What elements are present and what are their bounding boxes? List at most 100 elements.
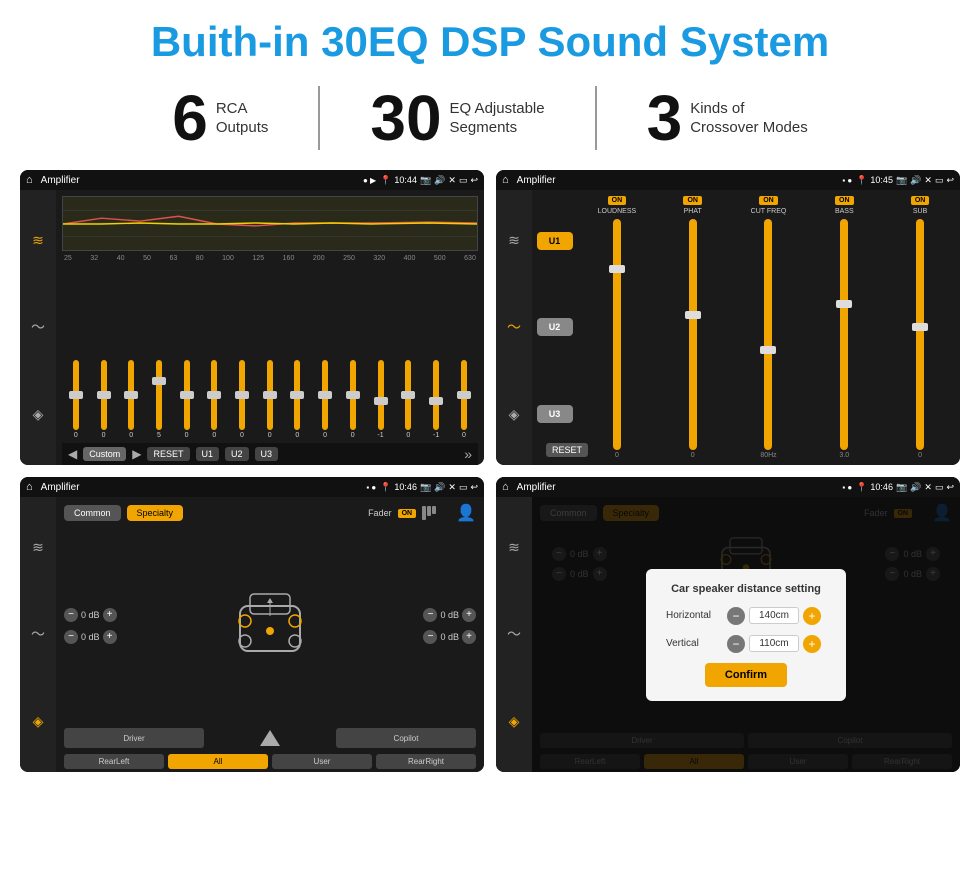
specialty-tab[interactable]: Specialty — [127, 505, 184, 521]
vertical-row: Vertical − 110cm + — [666, 635, 826, 653]
stat-rca-number: 6 — [172, 86, 208, 150]
horizontal-plus[interactable]: + — [803, 607, 821, 625]
plus-btn-2[interactable]: + — [103, 630, 117, 644]
phat-on[interactable]: ON — [683, 196, 702, 205]
wave-icon-2[interactable]: 〜 — [507, 317, 521, 337]
fader-on-toggle[interactable]: ON — [398, 509, 417, 518]
u3-select[interactable]: U3 — [537, 405, 573, 423]
screen1-content: ≋ 〜 ◈ — [20, 190, 484, 465]
minus-btn-4[interactable]: − — [423, 630, 437, 644]
camera-icon-4: 📷 — [896, 482, 907, 493]
stat-eq-text: EQ Adjustable Segments — [450, 99, 545, 138]
eq-slider-1[interactable]: 0 — [73, 360, 79, 439]
eq-slider-10[interactable]: 0 — [322, 360, 328, 439]
loudness-slider[interactable] — [613, 219, 621, 450]
location-icon-4: 📍 — [856, 482, 867, 493]
user-btn[interactable]: User — [272, 754, 372, 769]
sp-left-controls: − 0 dB + − 0 dB + — [64, 608, 144, 644]
expand-icon[interactable]: » — [464, 446, 472, 462]
bass-slider[interactable] — [840, 219, 848, 450]
custom-btn[interactable]: Custom — [83, 447, 126, 461]
screen1-status-icons: 📍 10:44 📷 🔊 ✕ ▭ ↩ — [380, 175, 478, 186]
wave-icon-3[interactable]: 〜 — [31, 624, 45, 644]
eq-icon-2[interactable]: ≋ — [508, 232, 520, 249]
speaker-icon-3[interactable]: ◈ — [33, 713, 44, 730]
loudness-col: ON LOUDNESS 0 — [581, 196, 653, 459]
sub-slider[interactable] — [916, 219, 924, 450]
eq-slider-15[interactable]: 0 — [461, 360, 467, 439]
cutfreq-on[interactable]: ON — [759, 196, 778, 205]
u2-btn-1[interactable]: U2 — [225, 447, 249, 461]
u1-select[interactable]: U1 — [537, 232, 573, 250]
eq-slider-13[interactable]: 0 — [405, 360, 411, 439]
db-control-4: − 0 dB + — [423, 630, 476, 644]
common-tab[interactable]: Common — [64, 505, 121, 521]
eq-slider-12[interactable]: -1 — [377, 360, 383, 439]
rearright-btn[interactable]: RearRight — [376, 754, 476, 769]
cross-main-area: U1 U2 U3 ON LOUDNESS 0 — [532, 190, 960, 465]
minus-btn-1[interactable]: − — [64, 608, 78, 622]
u3-btn-1[interactable]: U3 — [255, 447, 279, 461]
wave-icon-4[interactable]: 〜 — [507, 624, 521, 644]
confirm-button[interactable]: Confirm — [705, 663, 787, 687]
eq-icon-3[interactable]: ≋ — [32, 539, 44, 556]
eq-icon-4[interactable]: ≋ — [508, 539, 520, 556]
minus-btn-3[interactable]: − — [423, 608, 437, 622]
home-icon-4[interactable]: ⌂ — [502, 481, 509, 493]
eq-slider-2[interactable]: 0 — [101, 360, 107, 439]
loudness-on[interactable]: ON — [608, 196, 627, 205]
speaker-icon-1[interactable]: ◈ — [33, 406, 44, 423]
close-icon-4: ✕ — [924, 482, 932, 493]
eq-slider-9[interactable]: 0 — [294, 360, 300, 439]
screenshots-grid: ⌂ Amplifier ● ▶ 📍 10:44 📷 🔊 ✕ ▭ ↩ ≋ 〜 ◈ — [0, 162, 980, 782]
back-icon-1[interactable]: ↩ — [470, 175, 478, 186]
bass-on[interactable]: ON — [835, 196, 854, 205]
sp-side-panel: ≋ 〜 ◈ — [20, 497, 56, 772]
horizontal-minus[interactable]: − — [727, 607, 745, 625]
plus-btn-3[interactable]: + — [462, 608, 476, 622]
back-icon-4[interactable]: ↩ — [946, 482, 954, 493]
camera-icon-2: 📷 — [896, 175, 907, 186]
home-icon-3[interactable]: ⌂ — [26, 481, 33, 493]
home-icon-2[interactable]: ⌂ — [502, 174, 509, 186]
speaker-icon-2[interactable]: ◈ — [509, 406, 520, 423]
plus-btn-1[interactable]: + — [103, 608, 117, 622]
next-arrow[interactable]: ▶ — [132, 447, 141, 461]
home-icon-1[interactable]: ⌂ — [26, 174, 33, 186]
vertical-plus[interactable]: + — [803, 635, 821, 653]
eq-slider-4[interactable]: 5 — [156, 360, 162, 439]
u1-btn-1[interactable]: U1 — [196, 447, 220, 461]
phat-slider[interactable] — [689, 219, 697, 450]
plus-btn-4[interactable]: + — [462, 630, 476, 644]
back-icon-3[interactable]: ↩ — [470, 482, 478, 493]
screen2-content: ≋ 〜 ◈ U1 U2 U3 ON LOUDNESS — [496, 190, 960, 465]
sub-on[interactable]: ON — [911, 196, 930, 205]
eq-slider-6[interactable]: 0 — [211, 360, 217, 439]
eq-slider-5[interactable]: 0 — [184, 360, 190, 439]
rearleft-btn[interactable]: RearLeft — [64, 754, 164, 769]
speaker-icon-4[interactable]: ◈ — [509, 713, 520, 730]
all-btn[interactable]: All — [168, 754, 268, 769]
prev-arrow[interactable]: ◀ — [68, 447, 77, 461]
reset-btn-1[interactable]: RESET — [147, 447, 189, 461]
vertical-minus[interactable]: − — [727, 635, 745, 653]
back-icon-2[interactable]: ↩ — [946, 175, 954, 186]
screen3-status-icons: 📍 10:46 📷 🔊 ✕ ▭ ↩ — [380, 482, 478, 493]
cutfreq-slider[interactable] — [764, 219, 772, 450]
eq-slider-11[interactable]: 0 — [350, 360, 356, 439]
vertical-label: Vertical — [666, 638, 721, 649]
eq-slider-3[interactable]: 0 — [128, 360, 134, 439]
u2-select[interactable]: U2 — [537, 318, 573, 336]
minus-btn-2[interactable]: − — [64, 630, 78, 644]
reset-btn-2[interactable]: RESET — [546, 443, 588, 457]
eq-bottom-bar: ◀ Custom ▶ RESET U1 U2 U3 » — [62, 443, 478, 465]
copilot-btn[interactable]: Copilot — [336, 728, 476, 748]
eq-slider-7[interactable]: 0 — [239, 360, 245, 439]
driver-btn[interactable]: Driver — [64, 728, 204, 748]
eq-slider-14[interactable]: -1 — [433, 360, 439, 439]
eq-slider-8[interactable]: 0 — [267, 360, 273, 439]
eq-filter-icon[interactable]: ≋ — [32, 232, 44, 249]
volume-icon-4: 🔊 — [910, 482, 921, 493]
wave-icon-1[interactable]: 〜 — [31, 317, 45, 337]
distance-dialog: Car speaker distance setting Horizontal … — [646, 569, 846, 701]
